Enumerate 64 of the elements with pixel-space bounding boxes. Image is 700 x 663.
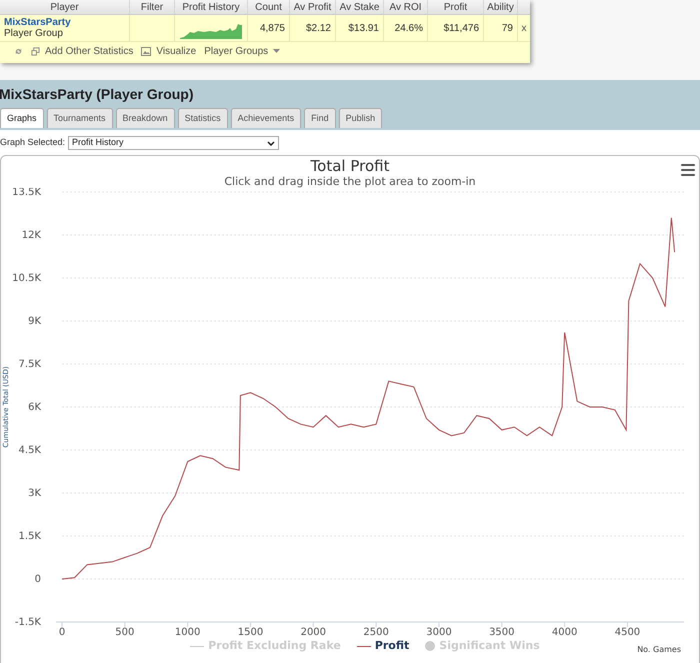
tab[interactable]: Achievements — [230, 108, 302, 128]
x-tick-label: 1000 — [174, 627, 200, 638]
column-header: Profit — [428, 0, 484, 14]
page-title: MixStarsParty (Player Group) — [0, 86, 195, 102]
tab[interactable]: Publish — [338, 108, 382, 128]
table-cell: $11,476 — [428, 15, 484, 41]
table-cell: $2.12 — [290, 15, 336, 41]
legend-line-icon — [190, 646, 204, 647]
y-tick-label: 4.5K — [18, 445, 41, 456]
y-tick-label: 0 — [34, 574, 41, 585]
player-type: Player Group — [4, 28, 64, 39]
x-tick-label: 1500 — [238, 627, 264, 638]
tab[interactable]: Tournaments — [46, 108, 113, 128]
column-header: Av Profit — [290, 0, 336, 14]
remove-button[interactable]: x — [518, 15, 530, 41]
y-tick-label: 12K — [22, 230, 41, 241]
y-tick-label: 6K — [28, 402, 41, 413]
x-tick-label: 2500 — [363, 627, 389, 638]
chart-title: Total Profit — [310, 156, 390, 175]
player-groups-dropdown[interactable]: Player Groups — [204, 44, 280, 58]
x-tick-label: 0 — [58, 627, 66, 638]
x-tick-label: 4500 — [614, 627, 640, 638]
caret-icon — [273, 49, 280, 53]
sparkline-drawing — [180, 23, 242, 39]
table-cell: 79 — [484, 15, 518, 41]
y-tick-label: 3K — [28, 488, 41, 499]
chart-subtitle: Click and drag inside the plot area to zoom-in — [223, 175, 477, 188]
x-tick-label: 3000 — [426, 627, 452, 638]
column-header: Filter — [130, 0, 175, 14]
chevron-down-icon — [267, 140, 276, 146]
column-header: Ability — [484, 0, 518, 14]
x-tick-label: 500 — [115, 627, 134, 638]
toolbar-button[interactable]: Add Other Statistics — [31, 44, 134, 58]
toolbar-button[interactable]: Visualize — [141, 44, 196, 58]
windows-icon — [31, 46, 40, 56]
tab[interactable]: Graphs — [0, 108, 44, 128]
x-tick-label: 2000 — [300, 627, 326, 638]
y-tick-label: 7.5K — [18, 359, 41, 370]
tab[interactable]: Statistics — [178, 108, 228, 128]
graph-select-label: Graph Selected: — [0, 136, 66, 150]
table-cell: 24.6% — [384, 15, 428, 41]
image-icon — [141, 46, 152, 56]
table-cell: 4,875 — [248, 15, 290, 41]
refresh-icon[interactable] — [14, 46, 23, 56]
table-cell: $13.91 — [336, 15, 384, 41]
menu-icon[interactable] — [681, 164, 695, 176]
column-header: Player — [0, 0, 130, 14]
legend-line-icon — [356, 646, 371, 647]
y-tick-label: 10.5K — [12, 273, 41, 284]
x-tick-label: 3500 — [489, 627, 515, 638]
y-tick-label: 1.5K — [18, 531, 41, 542]
y-tick-label: -1.5K — [14, 617, 41, 628]
x-tick-label: 4000 — [552, 627, 578, 638]
graph-select[interactable]: Profit History — [68, 136, 280, 150]
column-header: Av ROI — [384, 0, 428, 14]
column-header: Av Stake — [336, 0, 384, 14]
legend-item[interactable]: Profit — [356, 638, 410, 654]
column-header: Profit History — [175, 0, 248, 14]
player-link[interactable]: MixStarsParty — [4, 17, 125, 28]
x-axis-title: No. Games — [637, 645, 681, 654]
column-header: Count — [248, 0, 290, 14]
tab[interactable]: Breakdown — [116, 108, 175, 128]
y-tick-label: 9K — [28, 316, 41, 327]
tab[interactable]: Find — [304, 108, 336, 128]
